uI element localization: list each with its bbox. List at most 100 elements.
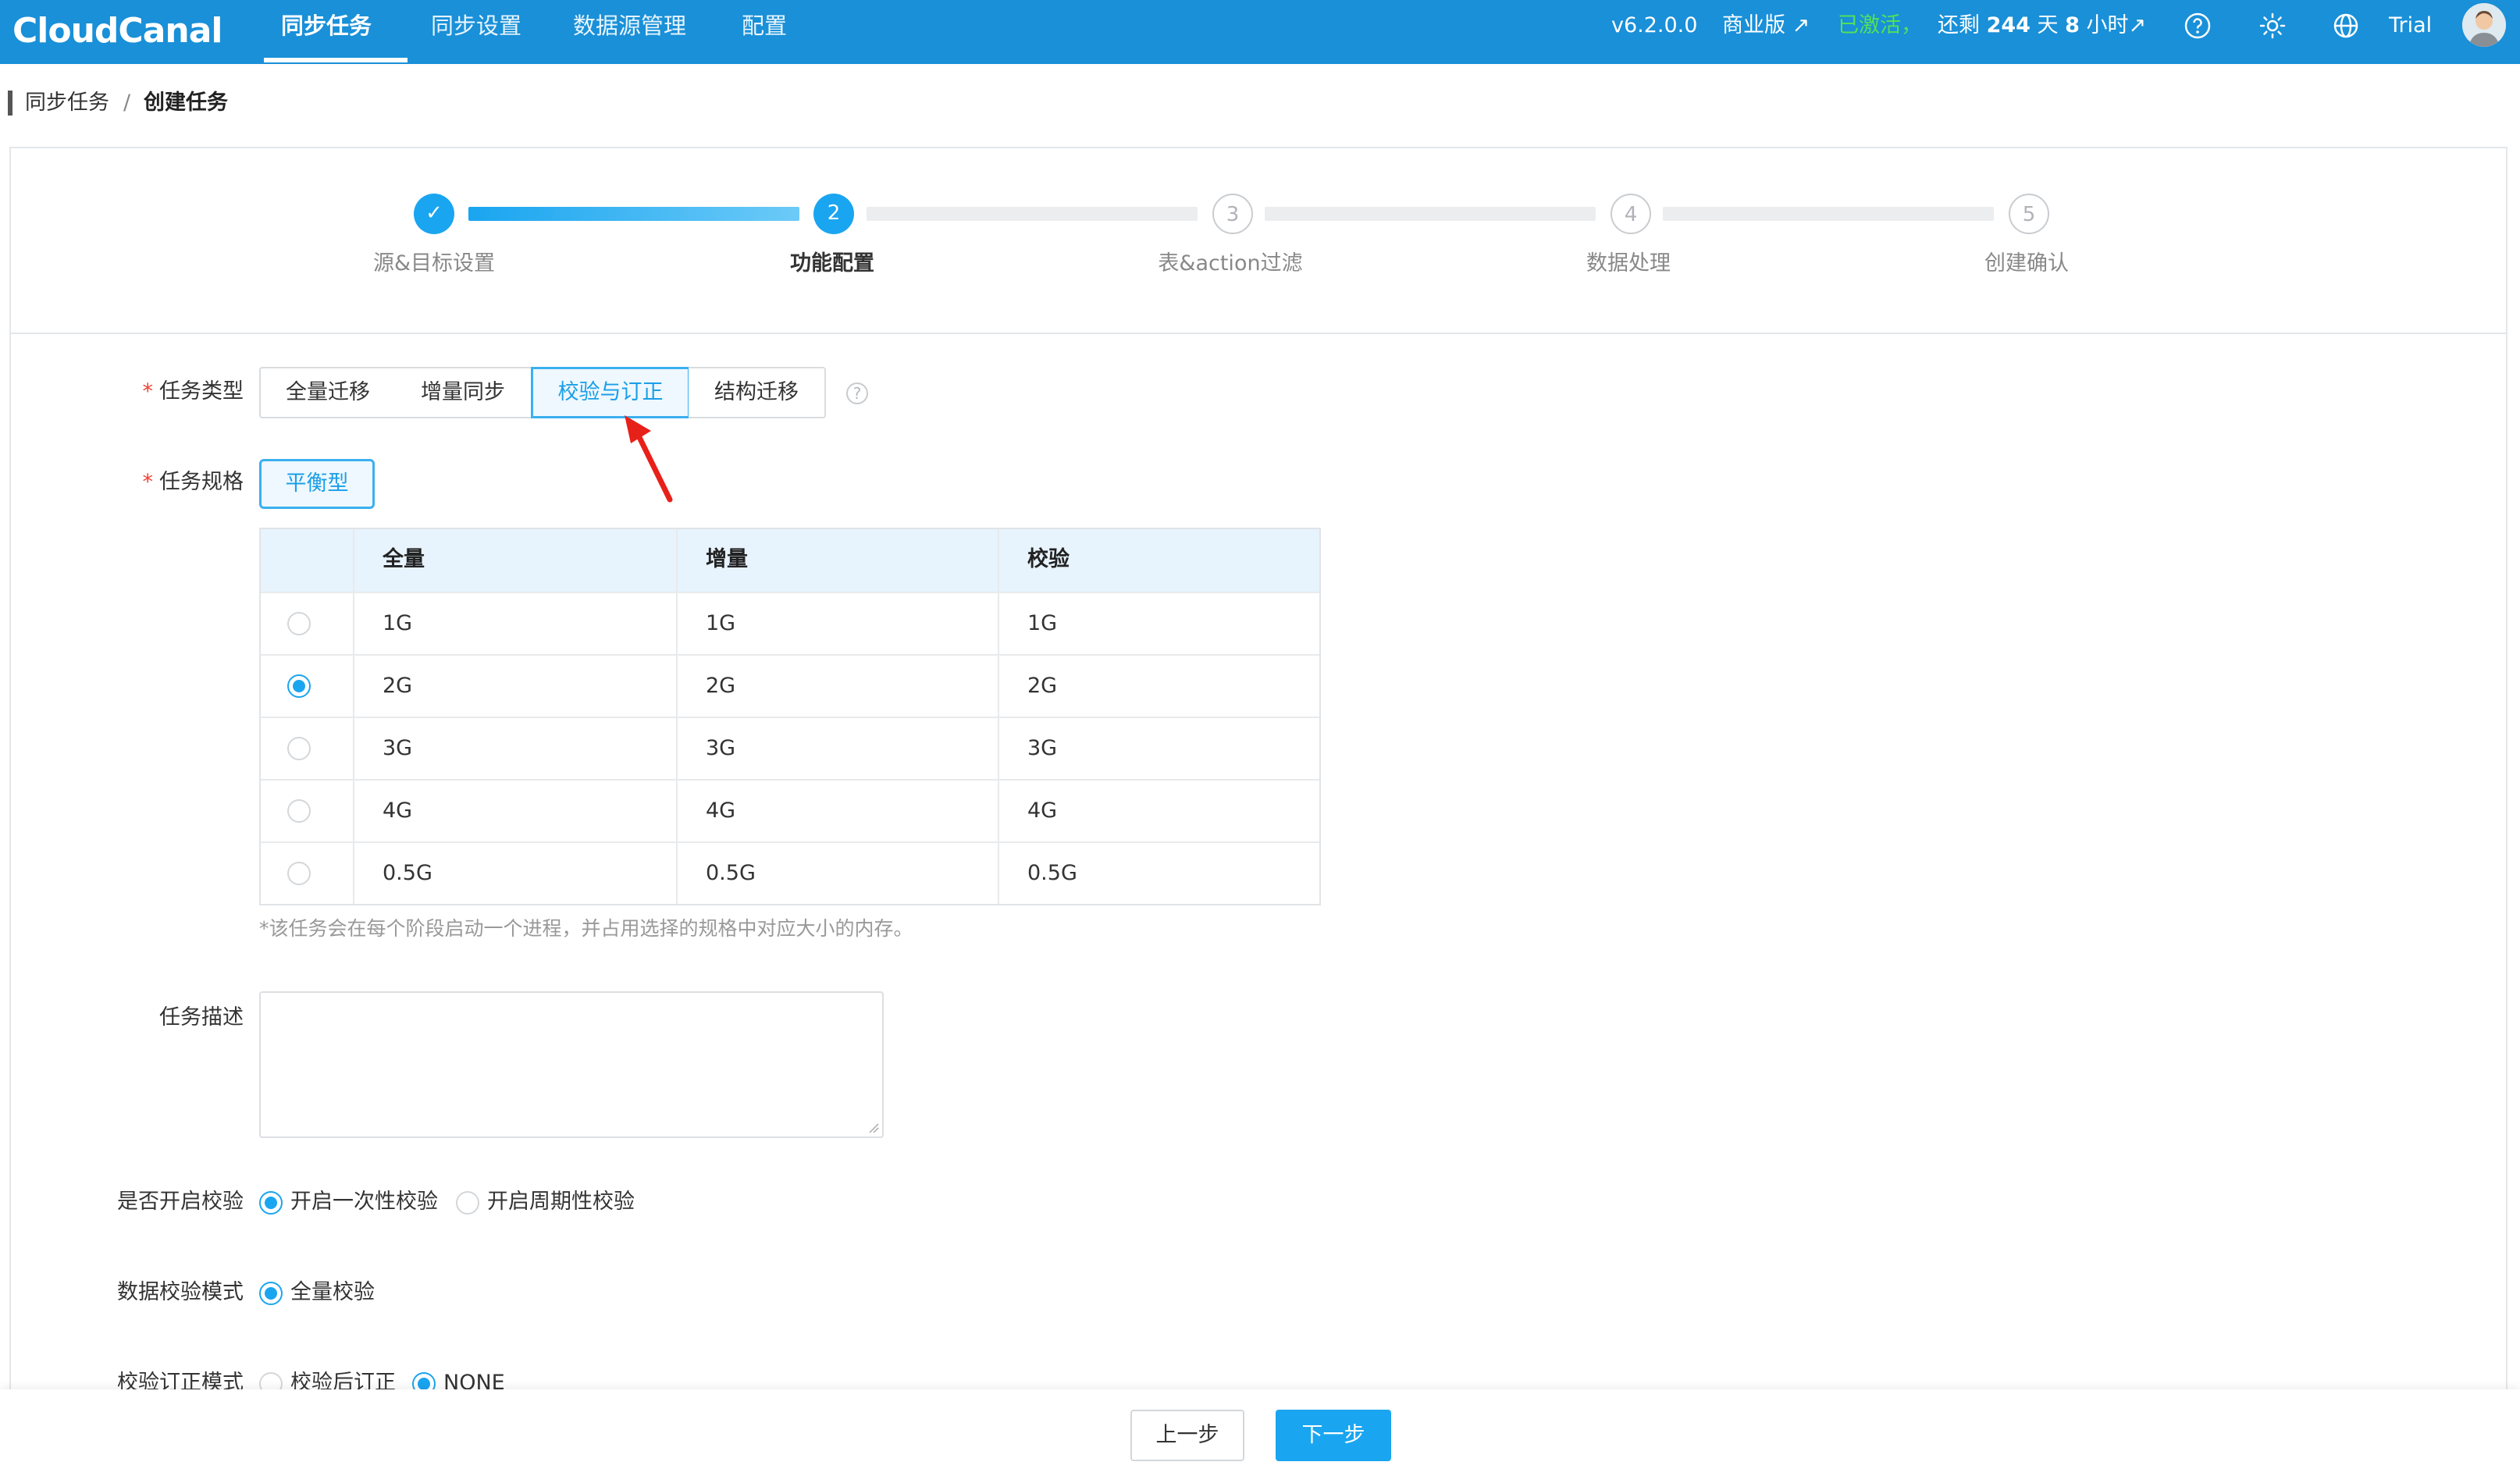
spec-row-radio[interactable] bbox=[287, 799, 311, 823]
question-icon[interactable]: ? bbox=[846, 382, 868, 404]
cell-check: 2G bbox=[1027, 674, 1058, 698]
cloudcanal-logo[interactable]: CloudCanal bbox=[12, 6, 223, 56]
spec-row-radio[interactable] bbox=[287, 737, 311, 760]
table-row[interactable]: 4G 4G 4G bbox=[261, 779, 1319, 841]
nav-config[interactable]: 配置 bbox=[742, 0, 787, 64]
spec-hint-text: *该任务会在每个阶段启动一个进程，并占用选择的规格中对应大小的内存。 bbox=[259, 917, 913, 940]
remaining-prefix: 还剩 bbox=[1938, 13, 1987, 37]
spec-row-radio[interactable] bbox=[287, 612, 311, 635]
table-header-row: 全量 增量 校验 bbox=[261, 529, 1319, 592]
cell-incremental: 4G bbox=[706, 799, 736, 823]
cell-full: 2G bbox=[383, 674, 413, 698]
required-mark: * bbox=[142, 379, 154, 404]
step-3-label: 表&action过滤 bbox=[1158, 251, 1303, 276]
task-type-full-migration[interactable]: 全量迁移 bbox=[259, 367, 397, 418]
license-remaining-link[interactable]: 还剩 244 天 8 小时↗ bbox=[1938, 0, 2146, 52]
task-type-check-and-fix[interactable]: 校验与订正 bbox=[531, 367, 690, 418]
top-navigation-bar: CloudCanal 同步任务 同步设置 数据源管理 配置 v6.2.0.0 商… bbox=[0, 0, 2520, 64]
steps-divider bbox=[9, 333, 2508, 334]
footer-action-bar bbox=[0, 1389, 2520, 1469]
edition-link[interactable]: 商业版 ↗ bbox=[1722, 0, 1810, 52]
remaining-hours: 8 bbox=[2065, 13, 2080, 37]
column-divider bbox=[676, 529, 678, 904]
breadcrumb-marker bbox=[8, 91, 12, 116]
cell-check: 4G bbox=[1027, 799, 1058, 823]
step-2-label: 功能配置 bbox=[790, 251, 874, 276]
check-mode-label: 数据校验模式 bbox=[117, 1280, 244, 1304]
step-4-label: 数据处理 bbox=[1586, 251, 1671, 276]
language-globe-icon[interactable] bbox=[2331, 11, 2361, 41]
cell-incremental: 0.5G bbox=[706, 861, 756, 885]
spec-balanced-button[interactable]: 平衡型 bbox=[259, 459, 375, 509]
version-label: v6.2.0.0 bbox=[1611, 13, 1698, 37]
table-row[interactable]: 3G 3G 3G bbox=[261, 717, 1319, 779]
remaining-suffix: 小时↗ bbox=[2079, 13, 2147, 37]
periodic-check-label[interactable]: 开启周期性校验 bbox=[487, 1186, 635, 1218]
step-1-check-icon: ✓ bbox=[414, 194, 454, 234]
column-header-full: 全量 bbox=[383, 547, 425, 571]
task-type-label: * 任务类型 bbox=[9, 376, 244, 407]
radio-one-time-check[interactable] bbox=[259, 1191, 283, 1215]
table-row[interactable]: 0.5G 0.5G 0.5G bbox=[261, 841, 1319, 904]
nav-datasource-management[interactable]: 数据源管理 bbox=[573, 0, 686, 64]
cell-incremental: 3G bbox=[706, 736, 736, 760]
cell-check: 1G bbox=[1027, 611, 1058, 635]
task-type-label-text: 任务类型 bbox=[159, 379, 244, 404]
one-time-check-label[interactable]: 开启一次性校验 bbox=[290, 1186, 438, 1218]
step-5-circle: 5 bbox=[2009, 194, 2049, 234]
breadcrumb-current: 创建任务 bbox=[144, 91, 228, 115]
radio-full-check[interactable] bbox=[259, 1282, 283, 1305]
full-check-label[interactable]: 全量校验 bbox=[290, 1277, 375, 1308]
cell-full: 1G bbox=[383, 611, 413, 635]
step-3-circle: 3 bbox=[1212, 194, 1253, 234]
description-label: 任务描述 bbox=[159, 1005, 244, 1030]
cell-full: 4G bbox=[383, 799, 413, 823]
breadcrumb-separator: / bbox=[123, 91, 131, 115]
breadcrumb-parent[interactable]: 同步任务 bbox=[25, 87, 109, 119]
required-mark: * bbox=[142, 470, 154, 494]
cell-incremental: 2G bbox=[706, 674, 736, 698]
task-spec-label: * 任务规格 bbox=[9, 467, 244, 498]
column-header-incremental: 增量 bbox=[706, 547, 748, 571]
step-5-label: 创建确认 bbox=[1984, 251, 2069, 276]
cell-full: 0.5G bbox=[383, 861, 432, 885]
remaining-days: 244 bbox=[1986, 13, 2031, 37]
spec-row-radio[interactable] bbox=[287, 674, 311, 698]
nav-sync-tasks[interactable]: 同步任务 bbox=[281, 0, 372, 64]
nav-sync-settings[interactable]: 同步设置 bbox=[431, 0, 521, 64]
column-header-check: 校验 bbox=[1027, 547, 1070, 571]
column-divider bbox=[353, 529, 354, 904]
description-textarea[interactable] bbox=[259, 991, 884, 1138]
task-type-incremental-sync[interactable]: 增量同步 bbox=[395, 367, 532, 418]
nav-active-indicator bbox=[264, 58, 408, 62]
prev-step-button[interactable]: 上一步 bbox=[1130, 1410, 1244, 1461]
step-connector-2 bbox=[867, 207, 1198, 221]
remaining-mid: 天 bbox=[2030, 13, 2066, 37]
user-name[interactable]: Trial bbox=[2389, 0, 2432, 52]
enable-check-label: 是否开启校验 bbox=[117, 1190, 244, 1214]
table-row[interactable]: 2G 2G 2G bbox=[261, 654, 1319, 717]
help-icon[interactable] bbox=[2183, 11, 2212, 41]
task-type-structure-migration[interactable]: 结构迁移 bbox=[689, 367, 826, 418]
step-connector-4 bbox=[1663, 207, 1994, 221]
cell-check: 0.5G bbox=[1027, 861, 1077, 885]
annotation-arrow-icon bbox=[625, 415, 673, 503]
radio-periodic-check[interactable] bbox=[456, 1191, 479, 1215]
cell-full: 3G bbox=[383, 736, 413, 760]
cell-check: 3G bbox=[1027, 736, 1058, 760]
step-4-circle: 4 bbox=[1611, 194, 1651, 234]
step-connector-1 bbox=[468, 207, 799, 221]
table-row[interactable]: 1G 1G 1G bbox=[261, 592, 1319, 654]
spec-row-radio[interactable] bbox=[287, 862, 311, 885]
step-1-label: 源&目标设置 bbox=[372, 251, 496, 276]
next-step-button[interactable]: 下一步 bbox=[1276, 1410, 1391, 1461]
resize-handle-icon[interactable] bbox=[868, 1122, 879, 1133]
user-avatar[interactable] bbox=[2462, 3, 2506, 47]
activated-status: 已激活， bbox=[1838, 13, 1922, 37]
task-spec-label-text: 任务规格 bbox=[159, 470, 244, 494]
column-divider bbox=[998, 529, 999, 904]
avatar-face-icon bbox=[2462, 3, 2506, 47]
step-2-circle: 2 bbox=[813, 194, 854, 234]
spec-table: 全量 增量 校验 1G 1G 1G 2G 2G 2G 3G 3G 3G 4G 4… bbox=[259, 528, 1321, 905]
theme-sun-icon[interactable] bbox=[2258, 11, 2287, 41]
